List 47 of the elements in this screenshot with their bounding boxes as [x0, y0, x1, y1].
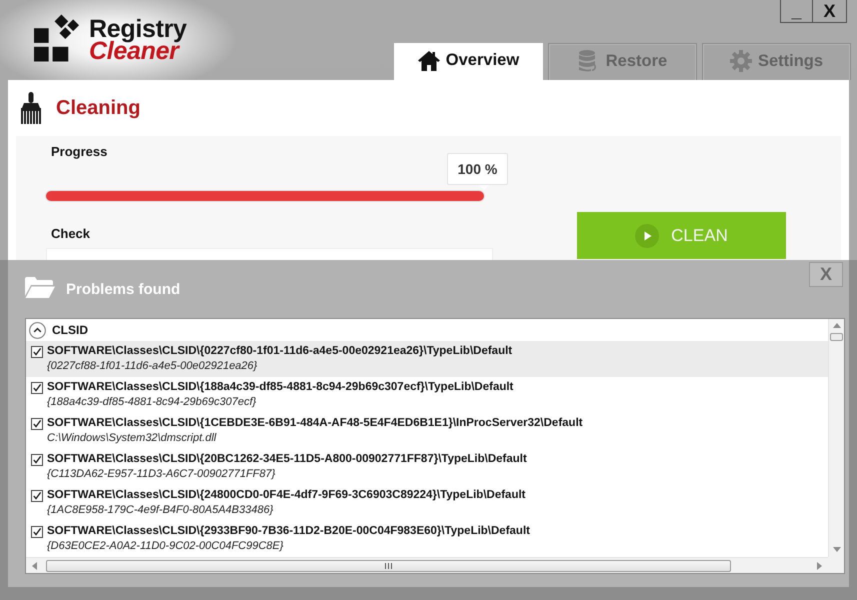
collapse-chevron-icon[interactable]: [29, 322, 46, 338]
checkbox[interactable]: [31, 454, 43, 466]
registry-key-path: SOFTWARE\Classes\CLSID\{20BC1262-34E5-11D5-A800-00902771FF87}\TypeLib\Default: [47, 452, 527, 467]
checkbox[interactable]: [31, 346, 43, 358]
tooltip-pointer-icon: [479, 185, 489, 190]
checkbox[interactable]: [31, 382, 43, 394]
scrollbar-thumb[interactable]: [46, 560, 731, 572]
panel-title: Problems found: [66, 282, 180, 298]
grip-icon: [385, 562, 392, 568]
registry-value: {D63E0CE2-A0A2-11D0-9C02-00C04FC99C8E}: [47, 539, 284, 554]
registry-value: {188a4c39-df85-4881-8c94-29b69c307ecf}: [47, 395, 258, 410]
registry-entry-row[interactable]: SOFTWARE\Classes\CLSID\{0227cf80-1f01-11d6-a4e5-00e02921ea26}\TypeLib\Default {0227cf88-1f01-11d6-a4e5-00e02921ea26}: [26, 341, 828, 377]
field-label: Check: [50, 226, 92, 241]
registry-key-path: SOFTWARE\Classes\CLSID\{1CEBDE3E-6B91-484A-AF48-5E4F4ED6B1E1}\InProcServer32\Default: [47, 416, 583, 431]
registry-value: {C113DA62-E957-11D3-A6C7-00902771FF87}: [47, 467, 276, 482]
logo-text: Registry: [89, 18, 187, 40]
registry-key-path: SOFTWARE\Classes\CLSID\{2933BF90-7B36-11D2-B20E-00C04F983E60}\TypeLib\Default: [47, 524, 530, 539]
registry-value: {1AC8E958-179C-4e9f-B4F0-80A5A4B33486}: [47, 503, 274, 518]
percent-tooltip: 100 %: [447, 153, 508, 185]
minimize-button[interactable]: _: [780, 0, 813, 23]
checkbox[interactable]: [31, 418, 43, 430]
close-button[interactable]: X: [812, 0, 847, 23]
folder-icon: [25, 277, 55, 298]
brush-icon: [20, 92, 42, 124]
checkbox[interactable]: [31, 526, 43, 538]
registry-key-path: SOFTWARE\Classes\CLSID\{24800CD0-0F4E-4df7-9F69-3C6903C89224}\TypeLib\Default: [47, 488, 526, 503]
registry-key-path: SOFTWARE\Classes\CLSID\{188a4c39-df85-4881-8c94-29b69c307ecf}\TypeLib\Default: [47, 380, 514, 395]
logo-icon: [34, 14, 80, 62]
gear-icon: [730, 50, 752, 72]
horizontal-scrollbar[interactable]: [26, 557, 828, 573]
scroll-down-arrow-icon[interactable]: [832, 547, 840, 552]
logo-text: Cleaner: [89, 40, 180, 62]
registry-value: C:\Windows\System32\dmscript.dll: [47, 431, 218, 446]
home-icon: [418, 50, 440, 70]
scrollbar-thumb[interactable]: [830, 333, 843, 341]
play-icon: [635, 224, 660, 248]
tab[interactable]: Overview: [394, 43, 543, 80]
checkbox[interactable]: [31, 490, 43, 502]
field-label: Progress: [50, 144, 108, 159]
group-name: CLSID: [52, 323, 88, 337]
scroll-left-arrow-icon[interactable]: [32, 562, 37, 570]
section-heading: Cleaning: [56, 96, 140, 120]
registry-key-path: SOFTWARE\Classes\CLSID\{0227cf80-1f01-11d6-a4e5-00e02921ea26}\TypeLib\Default: [47, 344, 512, 359]
scroll-up-arrow-icon[interactable]: [832, 323, 840, 328]
vertical-scrollbar[interactable]: [828, 319, 844, 557]
scroll-right-arrow-icon[interactable]: [817, 562, 822, 570]
registry-value: {0227cf88-1f01-11d6-a4e5-00e02921ea26}: [47, 359, 258, 374]
